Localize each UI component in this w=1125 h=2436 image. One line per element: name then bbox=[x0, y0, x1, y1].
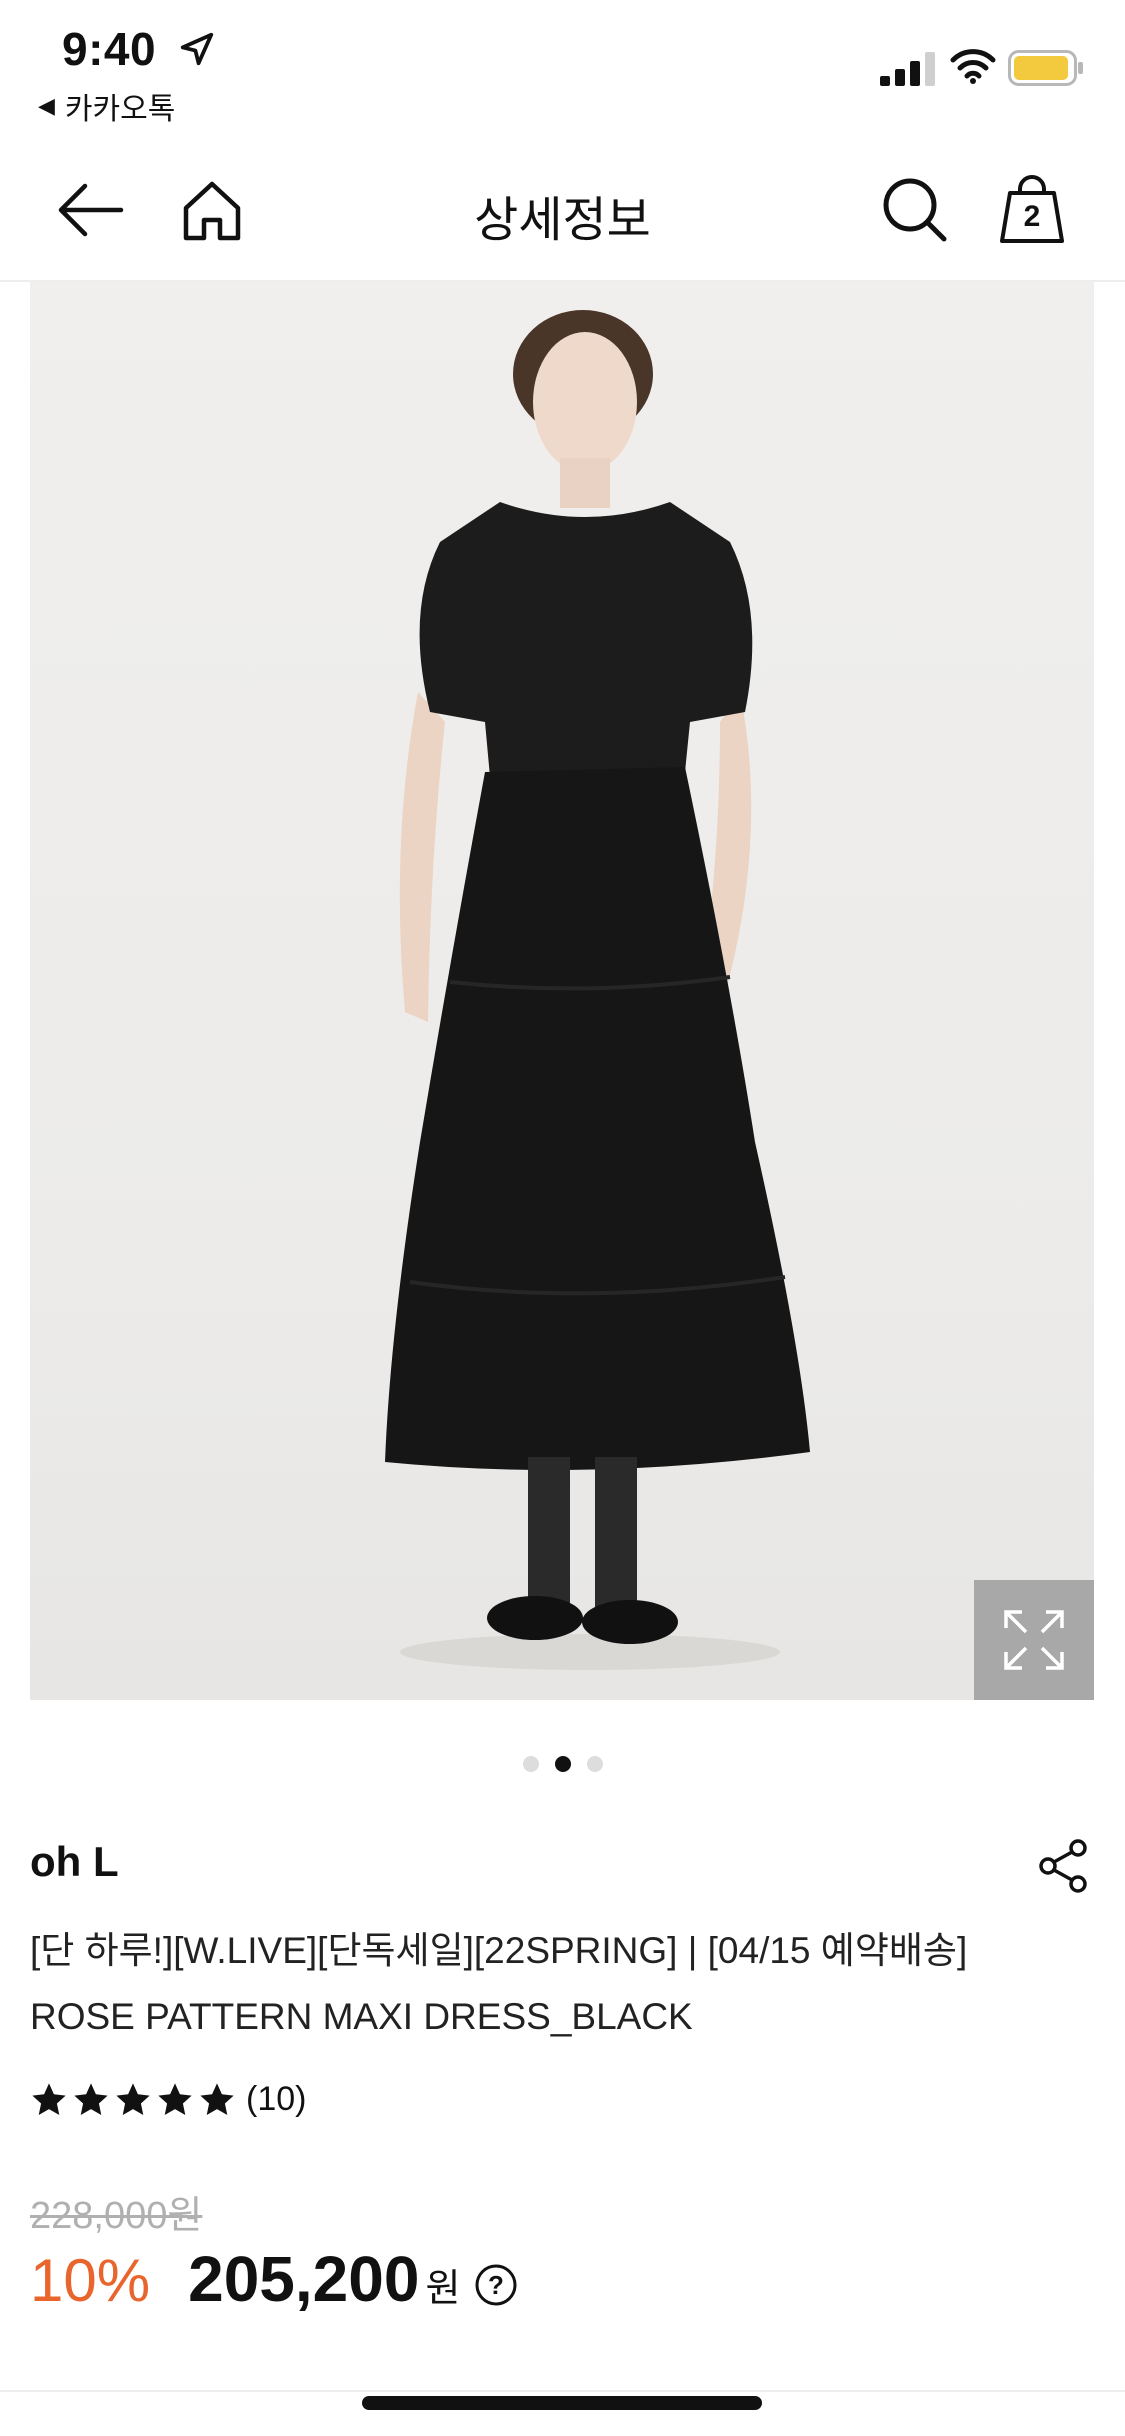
help-icon[interactable]: ? bbox=[474, 2263, 518, 2307]
currency-label: 원 bbox=[425, 2268, 461, 2310]
search-button[interactable] bbox=[875, 170, 955, 250]
product-title-line-2: ROSE PATTERN MAXI DRESS_BLACK bbox=[30, 1996, 693, 2037]
star-icon bbox=[74, 2082, 108, 2115]
discount-rate: 10% bbox=[30, 2247, 151, 2314]
status-bar: 9:40 ◀ 카카오톡 bbox=[0, 0, 1125, 140]
star-icon bbox=[158, 2082, 192, 2115]
product-title-line-1: [단 하루!][W.LIVE][단독세일][22SPRING] | [04/15… bbox=[30, 1930, 968, 1971]
product-image[interactable] bbox=[30, 282, 1094, 1700]
search-icon bbox=[883, 178, 947, 242]
home-indicator[interactable] bbox=[362, 2396, 762, 2410]
cart-button[interactable]: 2 bbox=[992, 170, 1072, 250]
back-app-label: 카카오톡 bbox=[64, 93, 176, 126]
status-time: 9:40 bbox=[62, 23, 157, 75]
page-title: 상세정보 bbox=[474, 194, 651, 247]
star-icon bbox=[116, 2082, 150, 2115]
expand-image-button[interactable] bbox=[974, 1580, 1094, 1700]
price-row: 10% 205,200 원 ? bbox=[30, 2242, 518, 2316]
top-nav: 상세정보 2 bbox=[0, 140, 1125, 282]
signal-icon bbox=[880, 52, 935, 86]
rating-stars bbox=[30, 2081, 236, 2119]
review-count: (10) bbox=[246, 2080, 307, 2118]
back-triangle-icon: ◀ bbox=[38, 93, 55, 118]
svg-text:?: ? bbox=[488, 2270, 504, 2300]
expand-icon bbox=[1004, 1610, 1064, 1670]
product-title: [단 하루!][W.LIVE][단독세일][22SPRING] | [04/15… bbox=[30, 1918, 1090, 2050]
pagination-dot-active[interactable] bbox=[554, 1756, 571, 1772]
battery-icon bbox=[1008, 50, 1083, 86]
star-icon bbox=[200, 2082, 234, 2115]
brand-name[interactable]: oh L bbox=[30, 1838, 119, 1886]
pagination-dot[interactable] bbox=[522, 1756, 539, 1772]
back-to-app-link[interactable]: ◀ 카카오톡 bbox=[38, 84, 175, 128]
cart-count-badge: 2 bbox=[1023, 200, 1041, 233]
wifi-icon bbox=[950, 49, 996, 84]
pagination-dot[interactable] bbox=[586, 1756, 603, 1772]
rating[interactable]: (10) bbox=[30, 2080, 306, 2119]
original-price: 228,000원 bbox=[30, 2195, 203, 2237]
share-icon[interactable] bbox=[1036, 1838, 1092, 1894]
divider bbox=[0, 2390, 1125, 2392]
image-pagination bbox=[0, 1756, 1125, 1772]
star-icon bbox=[32, 2082, 66, 2115]
product-photo bbox=[385, 310, 810, 1670]
location-arrow-icon bbox=[180, 32, 214, 66]
sale-price: 205,200 bbox=[188, 2243, 420, 2315]
